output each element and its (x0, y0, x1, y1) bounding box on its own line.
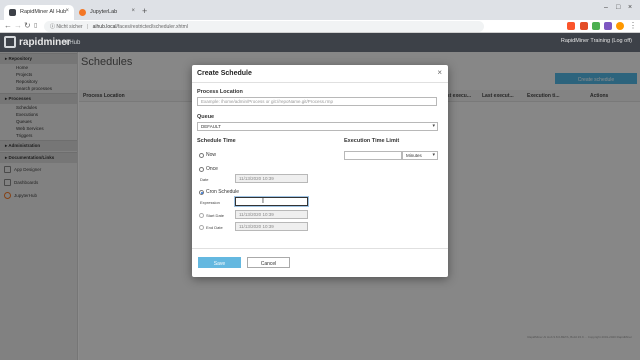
radio-once[interactable] (199, 167, 204, 172)
create-schedule-dialog: Create Schedule × Process Location Examp… (192, 65, 448, 277)
extension-icon[interactable] (592, 22, 600, 30)
start-date-label: Start Date (206, 213, 225, 218)
tab-jupyterlab[interactable]: JupyterLab × (74, 5, 140, 20)
dialog-title: Create Schedule (197, 70, 252, 77)
tab-title: JupyterLab (90, 9, 118, 15)
dialog-footer: Save Cancel (192, 248, 448, 277)
bookmark-icon[interactable]: ▯ (34, 22, 37, 29)
end-date-input[interactable]: 11/13/2020 10:39 (235, 222, 308, 231)
cancel-button[interactable]: Cancel (247, 257, 290, 268)
save-button[interactable]: Save (198, 257, 241, 268)
tab-strip: RapidMiner AI Hub × JupyterLab × + – □ × (0, 0, 640, 20)
start-date-input[interactable]: 11/13/2020 10:39 (235, 210, 308, 219)
user-menu[interactable]: RapidMiner Training (Log off) (561, 38, 632, 44)
extension-icon[interactable] (604, 22, 612, 30)
rapidminer-favicon-icon (9, 9, 16, 16)
window-close-icon[interactable]: × (628, 4, 632, 11)
end-date-toggle[interactable] (199, 225, 204, 230)
chevron-down-icon: ▾ (432, 152, 435, 158)
extension-icon[interactable] (580, 22, 588, 30)
tab-rapidminer[interactable]: RapidMiner AI Hub × (4, 5, 74, 20)
app-header: rapidminer AI Hub RapidMiner Training (L… (0, 33, 640, 52)
queue-label: Queue (197, 114, 215, 120)
close-tab-icon[interactable]: × (65, 8, 69, 14)
brave-icon[interactable] (567, 22, 575, 30)
url-path: /faces/restricted/scheduler.xhtml (116, 24, 188, 30)
time-unit-value: Minutes (406, 153, 422, 158)
queue-select[interactable]: DEFAULT ▾ (197, 122, 438, 131)
chevron-down-icon: ▾ (432, 123, 435, 129)
radio-now-label: Now (206, 152, 217, 158)
process-location-label: Process Location (197, 89, 243, 95)
address-bar: ← → ↻ ▯ ⓘ Nicht sicher | aihub.local/fac… (0, 20, 640, 33)
text-cursor-icon: I (262, 198, 264, 205)
reload-icon[interactable]: ↻ (24, 21, 31, 30)
expression-label: Expression (200, 200, 220, 205)
logo-subtitle: AI Hub (62, 40, 81, 46)
minimize-icon[interactable]: – (604, 4, 608, 11)
url-separator: | (86, 24, 89, 30)
date-label: Date (200, 177, 209, 182)
schedule-time-label: Schedule Time (197, 138, 236, 144)
forward-icon[interactable]: → (14, 21, 22, 30)
profile-icon[interactable] (616, 22, 624, 30)
radio-once-label: Once (206, 166, 218, 172)
url-field[interactable]: ⓘ Nicht sicher | aihub.local/faces/restr… (44, 21, 484, 32)
exec-time-limit-label: Execution Time Limit (344, 138, 400, 144)
radio-cron[interactable] (199, 190, 204, 195)
radio-now[interactable] (199, 153, 204, 158)
start-date-toggle[interactable] (199, 213, 204, 218)
dialog-header: Create Schedule × (192, 65, 448, 83)
time-unit-select[interactable]: Minutes ▾ (402, 151, 438, 160)
tab-title: RapidMiner AI Hub (20, 9, 67, 15)
queue-value: DEFAULT (201, 124, 221, 129)
url-host: aihub.local (92, 24, 117, 30)
date-input[interactable]: 11/13/2020 10:39 (235, 174, 308, 183)
end-date-label: End Date (206, 225, 223, 230)
process-location-input[interactable]: Example: /home/admin/Process or git://re… (197, 97, 437, 106)
maximize-icon[interactable]: □ (616, 4, 620, 11)
menu-icon[interactable]: ⋮ (629, 21, 637, 30)
exec-time-limit-input[interactable] (344, 151, 402, 160)
new-tab-icon[interactable]: + (142, 6, 147, 16)
radio-cron-label: Cron Schedule (206, 189, 240, 195)
back-icon[interactable]: ← (4, 21, 12, 30)
cron-expression-input[interactable] (235, 197, 308, 206)
close-tab-icon[interactable]: × (131, 8, 135, 14)
security-label: Nicht sicher (56, 24, 83, 30)
jupyter-favicon-icon (79, 9, 86, 16)
close-icon[interactable]: × (437, 68, 442, 77)
browser-window: RapidMiner AI Hub × JupyterLab × + – □ ×… (0, 0, 640, 360)
rapidminer-logo-icon (4, 36, 16, 48)
